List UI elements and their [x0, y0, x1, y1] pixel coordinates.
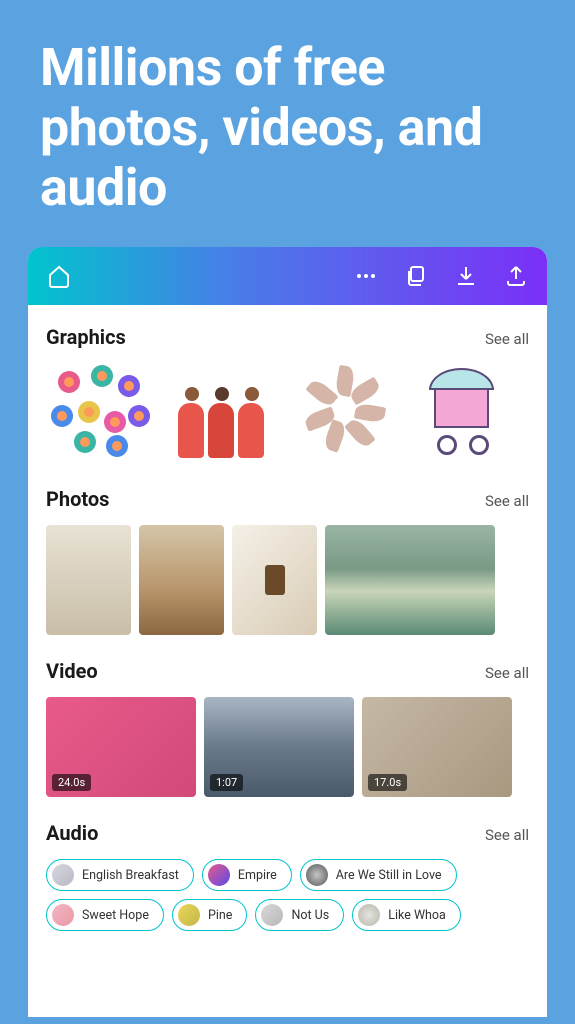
audio-icon — [306, 864, 328, 886]
video-title: Video — [46, 659, 98, 683]
photo-thumb[interactable] — [325, 525, 495, 635]
audio-icon — [178, 904, 200, 926]
audio-chip[interactable]: Sweet Hope — [46, 899, 164, 931]
graphic-leaves[interactable] — [295, 363, 405, 463]
audio-icon — [358, 904, 380, 926]
photo-thumb[interactable] — [232, 525, 317, 635]
audio-icon — [52, 864, 74, 886]
content-area: Graphics See all — [28, 305, 547, 931]
app-card: Graphics See all — [28, 247, 547, 1017]
video-duration: 17.0s — [368, 774, 407, 791]
photos-title: Photos — [46, 487, 109, 511]
graphics-section: Graphics See all — [46, 325, 529, 463]
video-thumb[interactable]: 17.0s — [362, 697, 512, 797]
share-icon[interactable] — [503, 263, 529, 289]
graphics-see-all[interactable]: See all — [485, 330, 529, 348]
graphic-people[interactable] — [170, 363, 280, 463]
video-thumb[interactable]: 24.0s — [46, 697, 196, 797]
audio-chip[interactable]: Not Us — [255, 899, 344, 931]
video-section: Video See all 24.0s 1:07 17.0s — [46, 659, 529, 797]
audio-icon — [52, 904, 74, 926]
photo-thumb[interactable] — [139, 525, 224, 635]
audio-label: Sweet Hope — [82, 908, 149, 923]
video-duration: 1:07 — [210, 774, 243, 791]
audio-label: Empire — [238, 868, 277, 883]
audio-icon — [208, 864, 230, 886]
download-icon[interactable] — [453, 263, 479, 289]
hero-headline: Millions of free photos, videos, and aud… — [0, 0, 575, 247]
audio-label: Like Whoa — [388, 908, 446, 923]
audio-chip[interactable]: English Breakfast — [46, 859, 194, 891]
home-icon[interactable] — [46, 263, 72, 289]
audio-label: English Breakfast — [82, 868, 179, 883]
audio-title: Audio — [46, 821, 98, 845]
photos-section: Photos See all — [46, 487, 529, 635]
audio-section: Audio See all English Breakfast Empire A… — [46, 821, 529, 931]
video-thumb[interactable]: 1:07 — [204, 697, 354, 797]
photos-see-all[interactable]: See all — [485, 492, 529, 510]
audio-chip[interactable]: Are We Still in Love — [300, 859, 457, 891]
graphics-title: Graphics — [46, 325, 126, 349]
more-icon[interactable] — [353, 263, 379, 289]
audio-label: Are We Still in Love — [336, 868, 442, 883]
photo-thumb[interactable] — [46, 525, 131, 635]
graphic-cart[interactable] — [419, 363, 529, 463]
audio-see-all[interactable]: See all — [485, 826, 529, 844]
toolbar — [28, 247, 547, 305]
layers-icon[interactable] — [403, 263, 429, 289]
audio-chip[interactable]: Like Whoa — [352, 899, 461, 931]
audio-icon — [261, 904, 283, 926]
video-see-all[interactable]: See all — [485, 664, 529, 682]
audio-chip[interactable]: Empire — [202, 859, 292, 891]
audio-label: Pine — [208, 908, 232, 923]
video-duration: 24.0s — [52, 774, 91, 791]
audio-label: Not Us — [291, 908, 329, 923]
graphic-flowers[interactable] — [46, 363, 156, 463]
audio-chip[interactable]: Pine — [172, 899, 247, 931]
